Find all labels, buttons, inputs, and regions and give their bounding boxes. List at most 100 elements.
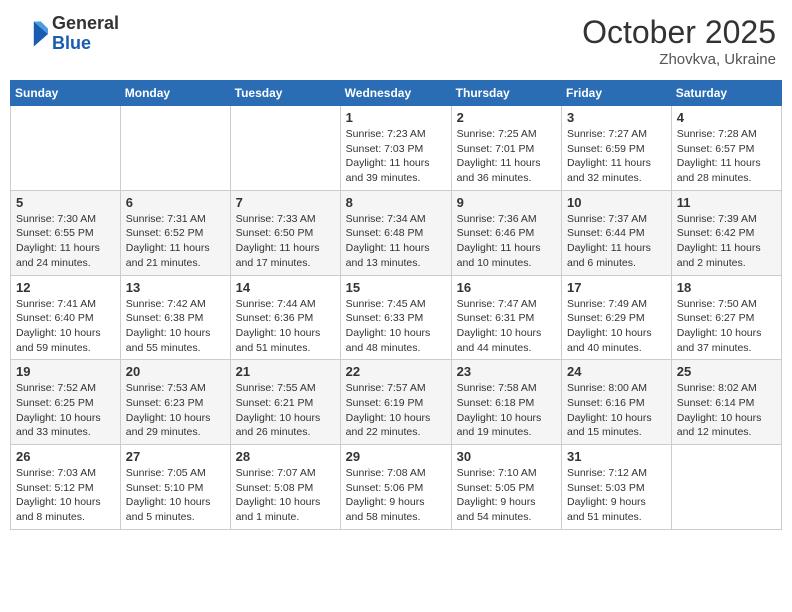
day-number: 9 xyxy=(457,195,556,210)
day-info: Sunrise: 7:41 AMSunset: 6:40 PMDaylight:… xyxy=(16,297,115,356)
day-info: Sunrise: 7:37 AMSunset: 6:44 PMDaylight:… xyxy=(567,212,666,271)
day-number: 14 xyxy=(236,280,335,295)
day-number: 5 xyxy=(16,195,115,210)
day-number: 11 xyxy=(677,195,776,210)
weekday-header-row: SundayMondayTuesdayWednesdayThursdayFrid… xyxy=(11,81,782,106)
day-number: 19 xyxy=(16,364,115,379)
weekday-header-friday: Friday xyxy=(562,81,672,106)
calendar-cell: 5Sunrise: 7:30 AMSunset: 6:55 PMDaylight… xyxy=(11,190,121,275)
calendar-cell: 15 Sunrise: 7:45 AMSunset: 6:33 PMDayligh… xyxy=(340,275,451,360)
calendar-cell: 6Sunrise: 7:31 AMSunset: 6:52 PMDaylight… xyxy=(120,190,230,275)
day-number: 13 xyxy=(126,280,225,295)
day-number: 29 xyxy=(346,449,446,464)
day-number: 15 xyxy=(346,280,446,295)
calendar-cell: 26 Sunrise: 7:03 AMSunset: 5:12 PMDayligh… xyxy=(11,445,121,530)
day-number: 3 xyxy=(567,110,666,125)
day-info: Sunrise: 7:45 AMSunset: 6:33 PMDaylight:… xyxy=(346,297,446,356)
title-block: October 2025 Zhovkva, Ukraine xyxy=(582,14,776,68)
calendar-cell: 22Sunrise: 7:57 AMSunset: 6:19 PMDayligh… xyxy=(340,360,451,445)
day-info: Sunrise: 7:33 AMSunset: 6:50 PMDaylight:… xyxy=(236,212,335,271)
page-header: General Blue October 2025 Zhovkva, Ukrai… xyxy=(10,10,782,72)
day-info: Sunrise: 7:05 AMSunset: 5:10 PMDaylight:… xyxy=(126,466,225,525)
calendar-cell: 27Sunrise: 7:05 AMSunset: 5:10 PMDayligh… xyxy=(120,445,230,530)
day-info: Sunrise: 7:23 AMSunset: 7:03 PMDaylight:… xyxy=(346,127,446,186)
calendar-cell: 24 Sunrise: 8:00 AMSunset: 6:16 PMDayligh… xyxy=(562,360,672,445)
calendar-cell: 11 Sunrise: 7:39 AMSunset: 6:42 PMDayligh… xyxy=(671,190,781,275)
day-info: Sunrise: 7:52 AMSunset: 6:25 PMDaylight:… xyxy=(16,381,115,440)
calendar-cell xyxy=(230,106,340,191)
calendar-cell: 2 Sunrise: 7:25 AMSunset: 7:01 PMDaylight… xyxy=(451,106,561,191)
calendar-cell: 17 Sunrise: 7:49 AMSunset: 6:29 PMDayligh… xyxy=(562,275,672,360)
day-number: 2 xyxy=(457,110,556,125)
day-info: Sunrise: 7:25 AMSunset: 7:01 PMDaylight:… xyxy=(457,127,556,186)
calendar-cell: 1 Sunrise: 7:23 AMSunset: 7:03 PMDaylight… xyxy=(340,106,451,191)
calendar-cell: 12 Sunrise: 7:41 AMSunset: 6:40 PMDayligh… xyxy=(11,275,121,360)
day-info: Sunrise: 7:42 AMSunset: 6:38 PMDaylight:… xyxy=(126,297,225,356)
day-info: Sunrise: 7:44 AMSunset: 6:36 PMDaylight:… xyxy=(236,297,335,356)
day-info: Sunrise: 7:10 AMSunset: 5:05 PMDaylight:… xyxy=(457,466,556,525)
logo-blue: Blue xyxy=(52,34,119,54)
calendar-cell: 3 Sunrise: 7:27 AMSunset: 6:59 PMDaylight… xyxy=(562,106,672,191)
day-number: 21 xyxy=(236,364,335,379)
day-info: Sunrise: 7:36 AMSunset: 6:46 PMDaylight:… xyxy=(457,212,556,271)
calendar-cell xyxy=(11,106,121,191)
calendar-cell: 30 Sunrise: 7:10 AMSunset: 5:05 PMDayligh… xyxy=(451,445,561,530)
location-subtitle: Zhovkva, Ukraine xyxy=(582,51,776,68)
calendar-cell: 7 Sunrise: 7:33 AMSunset: 6:50 PMDaylight… xyxy=(230,190,340,275)
day-number: 1 xyxy=(346,110,446,125)
calendar-cell: 4 Sunrise: 7:28 AMSunset: 6:57 PMDaylight… xyxy=(671,106,781,191)
calendar-cell: 20 Sunrise: 7:53 AMSunset: 6:23 PMDayligh… xyxy=(120,360,230,445)
day-number: 12 xyxy=(16,280,115,295)
week-row-4: 19 Sunrise: 7:52 AMSunset: 6:25 PMDayligh… xyxy=(11,360,782,445)
calendar-cell: 14 Sunrise: 7:44 AMSunset: 6:36 PMDayligh… xyxy=(230,275,340,360)
day-number: 24 xyxy=(567,364,666,379)
day-number: 26 xyxy=(16,449,115,464)
calendar-cell: 25Sunrise: 8:02 AMSunset: 6:14 PMDayligh… xyxy=(671,360,781,445)
day-info: Sunrise: 7:34 AMSunset: 6:48 PMDaylight:… xyxy=(346,212,446,271)
day-number: 7 xyxy=(236,195,335,210)
calendar-cell: 21 Sunrise: 7:55 AMSunset: 6:21 PMDayligh… xyxy=(230,360,340,445)
weekday-header-tuesday: Tuesday xyxy=(230,81,340,106)
week-row-1: 1 Sunrise: 7:23 AMSunset: 7:03 PMDaylight… xyxy=(11,106,782,191)
day-info: Sunrise: 7:08 AMSunset: 5:06 PMDaylight:… xyxy=(346,466,446,525)
day-info: Sunrise: 7:53 AMSunset: 6:23 PMDaylight:… xyxy=(126,381,225,440)
calendar-cell xyxy=(671,445,781,530)
day-number: 17 xyxy=(567,280,666,295)
day-info: Sunrise: 7:49 AMSunset: 6:29 PMDaylight:… xyxy=(567,297,666,356)
day-number: 23 xyxy=(457,364,556,379)
day-number: 4 xyxy=(677,110,776,125)
day-info: Sunrise: 7:47 AMSunset: 6:31 PMDaylight:… xyxy=(457,297,556,356)
day-info: Sunrise: 8:00 AMSunset: 6:16 PMDaylight:… xyxy=(567,381,666,440)
day-info: Sunrise: 7:39 AMSunset: 6:42 PMDaylight:… xyxy=(677,212,776,271)
day-info: Sunrise: 7:03 AMSunset: 5:12 PMDaylight:… xyxy=(16,466,115,525)
calendar-cell: 10Sunrise: 7:37 AMSunset: 6:44 PMDayligh… xyxy=(562,190,672,275)
calendar-cell: 13 Sunrise: 7:42 AMSunset: 6:38 PMDayligh… xyxy=(120,275,230,360)
day-number: 30 xyxy=(457,449,556,464)
day-info: Sunrise: 7:55 AMSunset: 6:21 PMDaylight:… xyxy=(236,381,335,440)
day-number: 22 xyxy=(346,364,446,379)
weekday-header-wednesday: Wednesday xyxy=(340,81,451,106)
calendar-cell: 18Sunrise: 7:50 AMSunset: 6:27 PMDayligh… xyxy=(671,275,781,360)
calendar-cell: 28 Sunrise: 7:07 AMSunset: 5:08 PMDayligh… xyxy=(230,445,340,530)
day-number: 28 xyxy=(236,449,335,464)
day-info: Sunrise: 7:28 AMSunset: 6:57 PMDaylight:… xyxy=(677,127,776,186)
day-number: 8 xyxy=(346,195,446,210)
calendar-cell: 31 Sunrise: 7:12 AMSunset: 5:03 PMDayligh… xyxy=(562,445,672,530)
logo-general: General xyxy=(52,14,119,34)
day-info: Sunrise: 7:27 AMSunset: 6:59 PMDaylight:… xyxy=(567,127,666,186)
month-title: October 2025 xyxy=(582,14,776,51)
day-number: 6 xyxy=(126,195,225,210)
day-info: Sunrise: 7:50 AMSunset: 6:27 PMDaylight:… xyxy=(677,297,776,356)
day-number: 20 xyxy=(126,364,225,379)
day-number: 16 xyxy=(457,280,556,295)
calendar-cell: 8 Sunrise: 7:34 AMSunset: 6:48 PMDaylight… xyxy=(340,190,451,275)
weekday-header-sunday: Sunday xyxy=(11,81,121,106)
calendar-cell: 19 Sunrise: 7:52 AMSunset: 6:25 PMDayligh… xyxy=(11,360,121,445)
weekday-header-thursday: Thursday xyxy=(451,81,561,106)
day-number: 31 xyxy=(567,449,666,464)
weekday-header-monday: Monday xyxy=(120,81,230,106)
day-info: Sunrise: 7:07 AMSunset: 5:08 PMDaylight:… xyxy=(236,466,335,525)
day-info: Sunrise: 7:12 AMSunset: 5:03 PMDaylight:… xyxy=(567,466,666,525)
weekday-header-saturday: Saturday xyxy=(671,81,781,106)
week-row-5: 26 Sunrise: 7:03 AMSunset: 5:12 PMDayligh… xyxy=(11,445,782,530)
